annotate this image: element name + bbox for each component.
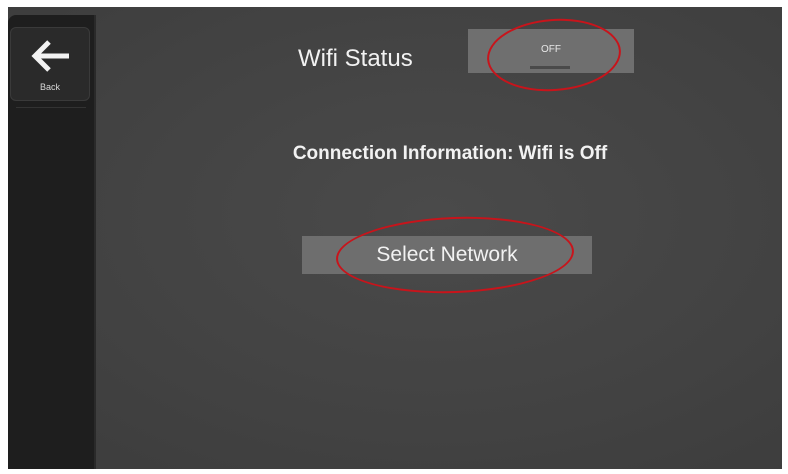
sidebar: Back — [8, 15, 96, 469]
select-network-button[interactable]: Select Network — [302, 236, 592, 274]
sidebar-divider — [16, 107, 86, 108]
back-arrow-icon — [31, 40, 69, 72]
toggle-indicator — [530, 66, 570, 69]
wifi-status-label: Wifi Status — [298, 45, 413, 72]
back-label: Back — [39, 82, 60, 92]
back-button[interactable]: Back — [10, 27, 90, 101]
wifi-toggle-value: OFF — [541, 44, 561, 55]
wifi-settings-screen: Back Wifi Status OFF Connection Informat… — [8, 7, 782, 469]
connection-information: Connection Information: Wifi is Off — [292, 143, 608, 164]
wifi-toggle[interactable]: OFF — [468, 29, 634, 73]
